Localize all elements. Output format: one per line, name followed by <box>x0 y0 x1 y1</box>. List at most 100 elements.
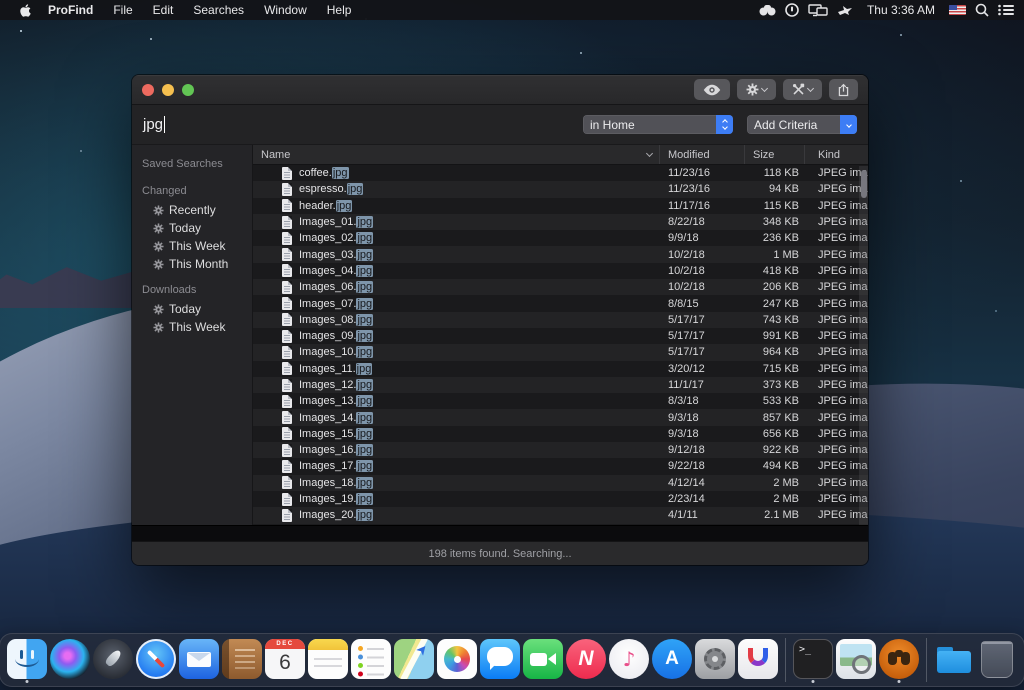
dock-item-photos[interactable] <box>436 637 478 683</box>
dock-item-appstore[interactable]: A <box>651 637 693 683</box>
dock-item-preview[interactable] <box>835 637 877 683</box>
sidebar-item-this-week[interactable]: This Week <box>132 237 252 255</box>
file-row[interactable]: Images_10.jpg5/17/17964 KBJPEG image <box>253 344 868 360</box>
dock-item-finder[interactable] <box>6 637 48 683</box>
file-row[interactable]: Images_14.jpg9/3/18857 KBJPEG image <box>253 409 868 425</box>
dock-item-downloads[interactable] <box>933 637 975 683</box>
menu-file[interactable]: File <box>103 0 142 20</box>
match-highlight: jpg <box>356 493 373 505</box>
dock-item-safari[interactable] <box>135 637 177 683</box>
news-glyph: N <box>566 639 606 679</box>
file-name: Images_10.jpg <box>299 346 373 358</box>
dock-item-facetime[interactable] <box>522 637 564 683</box>
dock-item-magnet[interactable] <box>737 637 779 683</box>
file-row[interactable]: Images_04.jpg10/2/18418 KBJPEG image <box>253 263 868 279</box>
title-bar[interactable] <box>132 75 868 105</box>
file-row[interactable]: coffee.jpg11/23/16118 KBJPEG image <box>253 165 868 181</box>
vertical-scrollbar[interactable] <box>859 166 868 525</box>
share-button[interactable] <box>829 79 858 100</box>
dock-item-contacts[interactable] <box>221 637 263 683</box>
sidebar-item-today[interactable]: Today <box>132 219 252 237</box>
scrollbar-thumb[interactable] <box>861 170 867 198</box>
dock-item-launchpad[interactable] <box>92 637 134 683</box>
file-row[interactable]: Images_12.jpg11/1/17373 KBJPEG image <box>253 377 868 393</box>
sidebar-item-today[interactable]: Today <box>132 300 252 318</box>
file-row[interactable]: Images_15.jpg9/3/18656 KBJPEG image <box>253 426 868 442</box>
file-row[interactable]: Images_17.jpg9/22/18494 KBJPEG image <box>253 458 868 474</box>
file-row[interactable]: Images_13.jpg8/3/18533 KBJPEG image <box>253 393 868 409</box>
file-row[interactable]: Images_18.jpg4/12/142 MBJPEG image <box>253 475 868 491</box>
dock-item-calendar[interactable]: DEC6 <box>264 637 306 683</box>
downloads-icon <box>934 639 974 679</box>
actions-menu-button[interactable] <box>737 79 776 100</box>
add-criteria-popup[interactable]: Add Criteria <box>747 115 857 134</box>
menu-searches[interactable]: Searches <box>183 0 254 20</box>
cell-name: Images_02.jpg <box>253 232 660 245</box>
zoom-button[interactable] <box>182 84 194 96</box>
file-row[interactable]: Images_02.jpg9/9/18236 KBJPEG image <box>253 230 868 246</box>
close-button[interactable] <box>142 84 154 96</box>
file-row[interactable]: espresso.jpg11/23/1694 KBJPEG image <box>253 181 868 197</box>
file-row[interactable]: Images_07.jpg8/8/15247 KBJPEG image <box>253 295 868 311</box>
onepassword-icon[interactable] <box>785 0 799 20</box>
dock-item-siri[interactable] <box>49 637 91 683</box>
sidebar-item-recently[interactable]: Recently <box>132 201 252 219</box>
column-header-modified[interactable]: Modified <box>660 145 745 164</box>
file-row[interactable]: Images_08.jpg5/17/17743 KBJPEG image <box>253 312 868 328</box>
spotlight-search-icon[interactable] <box>975 0 989 20</box>
scope-popup[interactable]: in Home <box>583 115 733 134</box>
cell-size: 236 KB <box>745 232 805 244</box>
displays-icon[interactable] <box>808 0 828 20</box>
notification-center-icon[interactable] <box>998 0 1014 20</box>
file-row[interactable]: header.jpg11/17/16115 KBJPEG image <box>253 198 868 214</box>
dock-item-itunes[interactable]: ♪ <box>608 637 650 683</box>
dock-item-news[interactable]: N <box>565 637 607 683</box>
menu-window[interactable]: Window <box>254 0 317 20</box>
cell-name: espresso.jpg <box>253 183 660 196</box>
file-row[interactable]: Images_09.jpg5/17/17991 KBJPEG image <box>253 328 868 344</box>
column-header-name[interactable]: Name <box>253 145 660 164</box>
cell-modified: 3/20/12 <box>660 363 745 375</box>
table-body: coffee.jpg11/23/16118 KBJPEG imageespres… <box>253 165 868 525</box>
dock-item-notes[interactable] <box>307 637 349 683</box>
file-row[interactable]: Images_19.jpg2/23/142 MBJPEG image <box>253 491 868 507</box>
file-row[interactable]: Images_03.jpg10/2/181 MBJPEG image <box>253 246 868 262</box>
cell-name: header.jpg <box>253 199 660 212</box>
column-header-size[interactable]: Size <box>745 145 805 164</box>
sidebar-item-this-week[interactable]: This Week <box>132 318 252 336</box>
menubar-menus: ProFindFileEditSearchesWindowHelp <box>38 0 361 20</box>
dock-item-messages[interactable] <box>479 637 521 683</box>
dock-item-mail[interactable] <box>178 637 220 683</box>
preview-toggle-button[interactable] <box>694 79 730 100</box>
file-row[interactable]: Images_06.jpg10/2/18206 KBJPEG image <box>253 279 868 295</box>
menu-edit[interactable]: Edit <box>143 0 184 20</box>
flag-us-icon[interactable] <box>949 0 966 20</box>
dock-item-sysprefs[interactable] <box>694 637 736 683</box>
minimize-button[interactable] <box>162 84 174 96</box>
column-header-kind[interactable]: Kind <box>805 145 868 164</box>
file-row[interactable]: Images_01.jpg8/22/18348 KBJPEG image <box>253 214 868 230</box>
bird-icon[interactable] <box>837 0 853 20</box>
sidebar-item-this-month[interactable]: This Month <box>132 255 252 273</box>
dock-item-reminders[interactable] <box>350 637 392 683</box>
menu-help[interactable]: Help <box>317 0 362 20</box>
status-bar: 198 items found. Searching... <box>132 541 868 565</box>
dock-item-profind[interactable] <box>878 637 920 683</box>
search-input[interactable]: jpg <box>143 116 343 133</box>
file-row[interactable]: Images_20.jpg4/1/112.1 MBJPEG image <box>253 507 868 523</box>
apple-menu[interactable] <box>12 3 38 18</box>
dock-item-terminal[interactable]: >_ <box>792 637 834 683</box>
menu-profind[interactable]: ProFind <box>38 0 103 20</box>
tools-menu-button[interactable] <box>783 79 822 100</box>
file-name: Images_08.jpg <box>299 314 373 326</box>
file-row[interactable]: Images_11.jpg3/20/12715 KBJPEG image <box>253 361 868 377</box>
file-name: Images_06.jpg <box>299 281 373 293</box>
cell-name: Images_18.jpg <box>253 476 660 489</box>
file-row[interactable]: Images_16.jpg9/12/18922 KBJPEG image <box>253 442 868 458</box>
cell-modified: 11/1/17 <box>660 379 745 391</box>
dock-item-maps[interactable] <box>393 637 435 683</box>
menubar-clock[interactable]: Thu 3:36 AM <box>862 3 940 17</box>
cell-modified: 4/1/11 <box>660 509 745 521</box>
binoculars-icon[interactable] <box>759 0 776 20</box>
dock-item-trash[interactable] <box>976 637 1018 683</box>
